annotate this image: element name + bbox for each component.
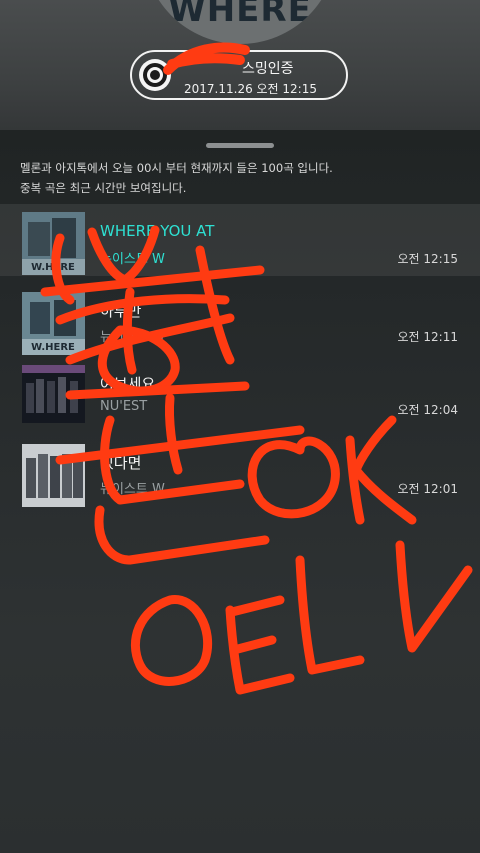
song-artist: 뉴이스트 W bbox=[100, 482, 165, 497]
song-row[interactable]: 여보세요 NU'EST 오전 12:04 bbox=[0, 349, 480, 423]
song-title: 여보세요 bbox=[100, 375, 156, 393]
album-thumbnail bbox=[22, 365, 85, 423]
cert-title-label: 스밍인증 bbox=[242, 61, 294, 77]
cert-timestamp: 2017.11.26 오전 12:15 bbox=[184, 82, 317, 96]
song-row[interactable]: W.HERE WHERE YOU AT 뉴이스트 W 오전 12:15 bbox=[0, 204, 480, 276]
description: 멜론과 아지톡에서 오늘 00시 부터 현재까지 들은 100곡 입니다. 중복… bbox=[20, 158, 465, 198]
play-time: 오전 12:04 bbox=[397, 403, 458, 417]
song-row[interactable]: 있다면 뉴이스트 W 오전 12:01 bbox=[0, 422, 480, 507]
song-artist: 뉴이스트 W bbox=[100, 252, 165, 267]
song-title: 하루만 bbox=[100, 302, 142, 320]
song-title: 있다면 bbox=[100, 454, 142, 472]
thumbnail-text: W.HERE bbox=[31, 262, 75, 273]
disc-icon bbox=[139, 59, 171, 91]
cert-title: 스밍인증 bbox=[172, 58, 294, 78]
song-row[interactable]: W.HERE 하루만 뉴이스트 W 오전 12:11 bbox=[0, 276, 480, 355]
description-line-1: 멜론과 아지톡에서 오늘 00시 부터 현재까지 들은 100곡 입니다. bbox=[20, 161, 333, 175]
play-time: 오전 12:15 bbox=[397, 252, 458, 266]
song-list: W.HERE WHERE YOU AT 뉴이스트 W 오전 12:15 W.HE… bbox=[0, 204, 480, 507]
song-artist: 뉴이스트 W bbox=[100, 330, 165, 345]
album-thumbnail: W.HERE bbox=[22, 292, 85, 355]
album-thumbnail bbox=[22, 444, 85, 507]
drag-handle[interactable] bbox=[206, 143, 274, 148]
album-thumbnail: W.HERE bbox=[22, 212, 85, 275]
song-artist: NU'EST bbox=[100, 399, 148, 414]
description-line-2: 중복 곡은 최근 시간만 보여집니다. bbox=[20, 181, 187, 195]
play-time: 오전 12:01 bbox=[397, 482, 458, 496]
play-time: 오전 12:11 bbox=[397, 330, 458, 344]
song-title: WHERE YOU AT bbox=[100, 222, 215, 240]
album-art-text: WHERE bbox=[168, 0, 312, 30]
